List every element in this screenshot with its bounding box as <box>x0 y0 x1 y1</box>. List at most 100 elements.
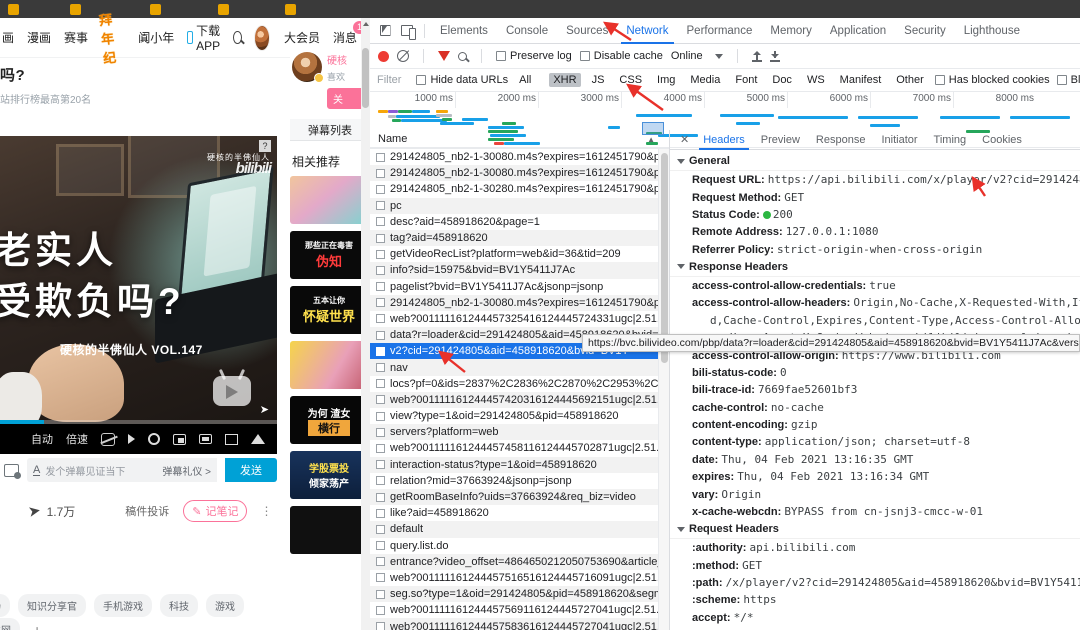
filter-type-xhr[interactable]: XHR <box>549 73 581 87</box>
filter-type-img[interactable]: Img <box>653 73 679 87</box>
control-speed[interactable]: 倍速 <box>66 431 88 447</box>
request-row[interactable]: relation?mid=37663924&jsonp=jsonp <box>370 473 669 489</box>
tab-lighthouse[interactable]: Lighthouse <box>955 18 1029 44</box>
request-row[interactable]: query.list.do <box>370 538 669 554</box>
request-row[interactable]: servers?platform=web <box>370 424 669 441</box>
download-app-link[interactable]: 下载APP <box>187 22 223 53</box>
fullscreen-icon[interactable] <box>225 433 238 445</box>
gear-icon[interactable] <box>148 433 160 445</box>
tag-1[interactable]: 知识分享官 <box>18 594 86 617</box>
clear-icon[interactable] <box>397 50 409 62</box>
picture-in-picture-icon[interactable] <box>173 433 186 445</box>
preserve-log-checkbox[interactable]: Preserve log <box>496 50 572 62</box>
blocked-requests-checkbox[interactable]: Blocked Requests <box>1056 74 1080 86</box>
request-row[interactable]: pc <box>370 197 669 214</box>
requests-scrollbar[interactable] <box>658 149 669 630</box>
filter-type-js[interactable]: JS <box>588 73 609 87</box>
scroll-up-icon[interactable] <box>363 22 369 26</box>
request-checkbox-icon[interactable] <box>376 605 385 615</box>
request-checkbox-icon[interactable] <box>376 395 385 405</box>
webscreen-icon[interactable] <box>251 434 265 444</box>
request-row[interactable]: view?type=1&oid=291424805&pid=458918620 <box>370 408 669 424</box>
scrollbar-thumb[interactable] <box>661 153 668 363</box>
recommendation-item[interactable]: 五本让你 怀疑世界 <box>290 286 368 334</box>
request-row[interactable]: locs?pf=0&ids=2837%2C2836%2C2870%2C2953%… <box>370 376 669 392</box>
detail-tab-initiator[interactable]: Initiator <box>873 130 925 150</box>
detail-tab-response[interactable]: Response <box>808 130 874 150</box>
recommendation-item[interactable]: 为何 渣女 横行 <box>290 396 368 444</box>
detail-tab-preview[interactable]: Preview <box>753 130 808 150</box>
tag-2[interactable]: 手机游戏 <box>94 594 152 617</box>
request-row[interactable]: 291424805_nb2-1-30080.m4s?expires=161245… <box>370 149 669 165</box>
request-checkbox-icon[interactable] <box>376 411 385 421</box>
sort-ascending-icon[interactable]: ▲ <box>647 135 655 144</box>
request-checkbox-icon[interactable] <box>376 217 385 227</box>
request-row[interactable]: 291424805_nb2-1-30280.m4s?expires=161245… <box>370 181 669 197</box>
tab-elements[interactable]: Elements <box>431 18 497 44</box>
report-link[interactable]: 稿件投诉 <box>125 503 169 519</box>
request-checkbox-icon[interactable] <box>376 298 385 308</box>
recommendation-item[interactable] <box>290 506 368 554</box>
request-checkbox-icon[interactable] <box>376 249 385 259</box>
request-checkbox-icon[interactable] <box>376 460 385 470</box>
tag-0[interactable]: 场 <box>0 594 10 617</box>
request-row[interactable]: entrance?video_offset=486465021205075369… <box>370 553 669 570</box>
has-blocked-cookies-checkbox[interactable]: Has blocked cookies <box>934 74 1050 86</box>
request-checkbox-icon[interactable] <box>376 168 385 178</box>
request-headers-section-header[interactable]: Request Headers <box>670 520 1080 540</box>
filter-input[interactable]: Filter <box>376 72 402 88</box>
request-checkbox-icon[interactable] <box>376 184 385 194</box>
request-row[interactable]: tag?aid=458918620 <box>370 229 669 247</box>
scrollbar-thumb[interactable] <box>362 48 369 108</box>
add-tag-icon[interactable]: + <box>28 622 46 630</box>
search-icon[interactable] <box>458 51 467 61</box>
filter-icon[interactable] <box>438 51 450 61</box>
nav-username[interactable]: 阗小年 <box>138 29 174 46</box>
share-icon[interactable]: ➤ <box>27 501 42 521</box>
nav-messages[interactable]: 消息 <box>333 29 357 46</box>
tag-4[interactable]: 游戏 <box>206 594 244 617</box>
request-row[interactable]: web?001111161244457569116124445727041ugc… <box>370 602 669 618</box>
tab-application[interactable]: Application <box>821 18 895 44</box>
request-row[interactable]: 291424805_nb2-1-30080.m4s?expires=161245… <box>370 165 669 182</box>
help-icon[interactable]: ? <box>259 140 271 152</box>
export-har-icon[interactable] <box>769 50 780 62</box>
danmaku-etiquette-link[interactable]: 弹幕礼仪 > <box>162 463 211 478</box>
request-row[interactable]: seg.so?type=1&oid=291424805&pid=45891862… <box>370 586 669 603</box>
search-icon[interactable] <box>233 31 242 44</box>
request-checkbox-icon[interactable] <box>376 589 385 599</box>
filter-type-font[interactable]: Font <box>731 73 761 87</box>
request-checkbox-icon[interactable] <box>376 524 385 534</box>
request-checkbox-icon[interactable] <box>376 492 385 502</box>
take-note-button[interactable]: ✎ 记笔记 <box>183 500 248 522</box>
detail-tab-timing[interactable]: Timing <box>926 130 975 150</box>
request-checkbox-icon[interactable] <box>376 508 385 518</box>
filter-type-all[interactable]: All <box>515 73 535 87</box>
request-checkbox-icon[interactable] <box>376 282 385 292</box>
request-row[interactable]: web?001111161244457325416124445724331ugc… <box>370 311 669 327</box>
request-checkbox-icon[interactable] <box>376 152 385 162</box>
hide-data-urls-checkbox[interactable]: Hide data URLs <box>416 74 508 86</box>
device-toolbar-button[interactable] <box>396 21 418 41</box>
page-scrollbar[interactable] <box>361 18 370 630</box>
tab-console[interactable]: Console <box>497 18 557 44</box>
request-checkbox-icon[interactable] <box>376 346 385 356</box>
danmaku-settings-icon[interactable] <box>4 463 21 479</box>
video-player[interactable]: 硬核的半佛仙人 bilibili 老实人 受欺负吗? 硬核的半佛仙人 VOL.1… <box>0 136 277 424</box>
request-row[interactable]: getRoomBaseInfo?uids=37663924&req_biz=vi… <box>370 488 669 506</box>
more-options-icon[interactable]: ⋮ <box>260 504 273 518</box>
tab-security[interactable]: Security <box>895 18 955 44</box>
request-row[interactable]: default <box>370 521 669 538</box>
filter-type-ws[interactable]: WS <box>803 73 829 87</box>
request-checkbox-icon[interactable] <box>376 363 385 373</box>
nav-item-2[interactable]: 赛事 <box>64 29 88 46</box>
close-icon[interactable]: ✕ <box>674 133 695 146</box>
detail-tab-headers[interactable]: Headers <box>695 130 753 150</box>
request-row[interactable]: web?001111161244457583616124445727041ugc… <box>370 618 669 630</box>
danmaku-send-button[interactable]: 发送 <box>225 458 277 482</box>
requests-list[interactable]: 291424805_nb2-1-30080.m4s?expires=161245… <box>370 149 669 630</box>
request-checkbox-icon[interactable] <box>376 622 385 630</box>
tag-3[interactable]: 科技 <box>160 594 198 617</box>
nav-item-1[interactable]: 漫画 <box>27 29 51 46</box>
volume-icon[interactable] <box>128 434 135 444</box>
